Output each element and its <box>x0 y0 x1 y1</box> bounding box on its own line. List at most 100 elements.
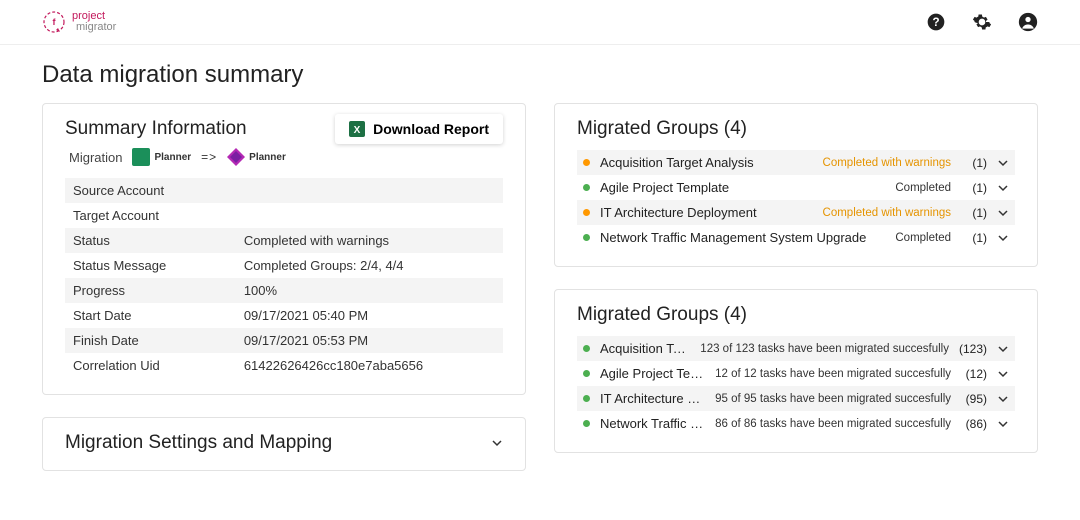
group-name: IT Architecture Deployment <box>600 391 705 406</box>
group-status: Completed with warnings <box>823 157 951 169</box>
summary-key: Source Account <box>65 178 236 203</box>
page-title: Data migration summary <box>42 61 1038 89</box>
group-name: IT Architecture Deployment <box>600 205 813 220</box>
group-row[interactable]: Network Traffic Management System Upgrad… <box>577 411 1015 436</box>
summary-value: 09/17/2021 05:40 PM <box>236 303 503 328</box>
source-app-badge: Planner <box>132 148 191 166</box>
target-app-badge: Planner <box>227 148 286 166</box>
summary-key: Finish Date <box>65 328 236 353</box>
chevron-down-icon <box>997 232 1009 244</box>
group-status: Completed <box>895 182 951 194</box>
summary-row: Progress100% <box>65 278 503 303</box>
chevron-down-icon <box>997 207 1009 219</box>
group-status: 123 of 123 tasks have been migrated succ… <box>700 343 949 355</box>
planner-target-icon <box>227 148 245 166</box>
chevron-down-icon <box>491 437 503 449</box>
group-count: (1) <box>961 181 987 195</box>
migration-row: Migration Planner => Planner <box>69 148 286 166</box>
group-count: (12) <box>961 367 987 381</box>
migration-label: Migration <box>69 150 122 165</box>
summary-row: Correlation Uid61422626426cc180e7aba5656 <box>65 353 503 378</box>
settings-title: Migration Settings and Mapping <box>65 432 332 454</box>
arrow-icon: => <box>201 150 217 164</box>
migrated-groups-card-2: Migrated Groups (4) Acquisition Target A… <box>554 289 1038 453</box>
download-report-button[interactable]: X Download Report <box>335 114 503 144</box>
group-row[interactable]: Network Traffic Management System Upgrad… <box>577 225 1015 250</box>
svg-text:f: f <box>53 17 57 27</box>
group-row[interactable]: IT Architecture Deployment 95 of 95 tasks… <box>577 386 1015 411</box>
group-row[interactable]: Agile Project Template 12 of 12 tasks hav… <box>577 361 1015 386</box>
summary-row: Target Account <box>65 203 503 228</box>
summary-key: Status <box>65 228 236 253</box>
status-dot-ok <box>583 184 590 191</box>
group-count: (95) <box>961 392 987 406</box>
chevron-down-icon <box>997 368 1009 380</box>
group-count: (1) <box>961 206 987 220</box>
group-row[interactable]: Acquisition Target Analysis Completed wit… <box>577 150 1015 175</box>
migrated-groups-card-1: Migrated Groups (4) Acquisition Target A… <box>554 103 1038 267</box>
summary-value: 09/17/2021 05:53 PM <box>236 328 503 353</box>
summary-value: Completed Groups: 2/4, 4/4 <box>236 253 503 278</box>
chevron-down-icon <box>997 182 1009 194</box>
group-name: Network Traffic Management System Upgrad… <box>600 416 705 431</box>
settings-card[interactable]: Migration Settings and Mapping <box>42 417 526 471</box>
logo-icon: f <box>42 10 66 34</box>
summary-row: Source Account <box>65 178 503 203</box>
summary-key: Target Account <box>65 203 236 228</box>
status-dot-ok <box>583 370 590 377</box>
group-name: Agile Project Template <box>600 366 705 381</box>
summary-value <box>236 178 503 203</box>
chevron-down-icon <box>997 157 1009 169</box>
summary-value <box>236 203 503 228</box>
summary-key: Correlation Uid <box>65 353 236 378</box>
summary-value: 61422626426cc180e7aba5656 <box>236 353 503 378</box>
excel-icon: X <box>349 121 365 137</box>
header-actions: ? <box>926 12 1038 32</box>
status-dot-ok <box>583 345 590 352</box>
group-status: 95 of 95 tasks have been migrated succes… <box>715 393 951 405</box>
group-name: Agile Project Template <box>600 180 885 195</box>
group-count: (86) <box>961 417 987 431</box>
status-dot-ok <box>583 420 590 427</box>
chevron-down-icon <box>997 393 1009 405</box>
group-count: (123) <box>959 342 987 356</box>
summary-key: Status Message <box>65 253 236 278</box>
group-status: 12 of 12 tasks have been migrated succes… <box>715 368 951 380</box>
group-name: Acquisition Target Analysis <box>600 155 813 170</box>
svg-text:X: X <box>354 125 361 136</box>
status-dot-ok <box>583 234 590 241</box>
status-dot-ok <box>583 395 590 402</box>
groups2-title: Migrated Groups (4) <box>577 304 1015 326</box>
group-status: 86 of 86 tasks have been migrated succes… <box>715 418 951 430</box>
group-row[interactable]: IT Architecture Deployment Completed with… <box>577 200 1015 225</box>
group-name: Network Traffic Management System Upgrad… <box>600 230 885 245</box>
group-row[interactable]: Acquisition Target Analysis 123 of 123 ta… <box>577 336 1015 361</box>
app-header: f project migrator ? <box>0 0 1080 45</box>
group-count: (1) <box>961 156 987 170</box>
group-count: (1) <box>961 231 987 245</box>
status-dot-warning <box>583 209 590 216</box>
group-status: Completed with warnings <box>823 207 951 219</box>
summary-card: Summary Information Migration Planner =>… <box>42 103 526 395</box>
planner-source-icon <box>132 148 150 166</box>
help-icon[interactable]: ? <box>926 12 946 32</box>
summary-value: 100% <box>236 278 503 303</box>
gear-icon[interactable] <box>972 12 992 32</box>
group-row[interactable]: Agile Project Template Completed (1) <box>577 175 1015 200</box>
groups1-title: Migrated Groups (4) <box>577 118 1015 140</box>
account-icon[interactable] <box>1018 12 1038 32</box>
summary-value: Completed with warnings <box>236 228 503 253</box>
summary-row: StatusCompleted with warnings <box>65 228 503 253</box>
group-status: Completed <box>895 232 951 244</box>
summary-key: Progress <box>65 278 236 303</box>
svg-text:?: ? <box>932 16 939 29</box>
chevron-down-icon <box>997 343 1009 355</box>
summary-title: Summary Information <box>65 118 286 140</box>
chevron-down-icon <box>997 418 1009 430</box>
summary-key: Start Date <box>65 303 236 328</box>
group-name: Acquisition Target Analysis <box>600 341 690 356</box>
brand-logo[interactable]: f project migrator <box>42 10 116 34</box>
summary-table: Source AccountTarget AccountStatusComple… <box>65 178 503 378</box>
brand-text: project migrator <box>72 11 116 33</box>
status-dot-warning <box>583 159 590 166</box>
